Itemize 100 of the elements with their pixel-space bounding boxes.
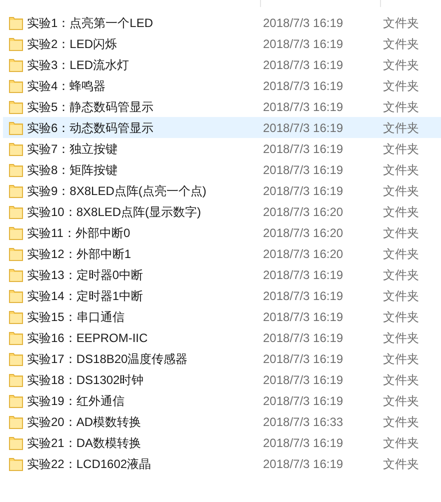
file-type: 文件夹 xyxy=(383,308,419,326)
folder-icon xyxy=(9,352,23,366)
file-row[interactable]: 实验6：动态数码管显示 2018/7/3 16:19 文件夹 xyxy=(3,117,441,138)
file-type: 文件夹 xyxy=(383,414,419,430)
file-type: 文件夹 xyxy=(383,162,419,178)
file-type: 文件夹 xyxy=(383,330,419,346)
folder-icon xyxy=(9,246,23,260)
file-name: 实验10：8X8LED点阵(显示数字) xyxy=(27,204,202,220)
modified-date: 2018/7/3 16:19 xyxy=(263,120,344,136)
file-name: 实验20：AD模数转换 xyxy=(27,414,142,430)
file-row[interactable]: 实验3：LED流水灯 2018/7/3 16:19 文件夹 xyxy=(3,54,441,75)
file-type: 文件夹 xyxy=(383,266,419,284)
modified-date: 2018/7/3 16:19 xyxy=(263,288,344,304)
file-row[interactable]: 实验20：AD模数转换 2018/7/3 16:33 文件夹 xyxy=(3,411,441,432)
file-type: 文件夹 xyxy=(383,14,419,32)
file-row[interactable]: 实验17：DS18B20温度传感器 2018/7/3 16:19 文件夹 xyxy=(3,348,441,369)
file-row[interactable]: 实验1：点亮第一个LED 2018/7/3 16:19 文件夹 xyxy=(3,12,441,33)
file-name: 实验19：红外通信 xyxy=(27,392,126,410)
file-row[interactable]: 实验14：定时器1中断 2018/7/3 16:19 文件夹 xyxy=(3,285,441,306)
file-row[interactable]: 实验21：DA数模转换 2018/7/3 16:19 文件夹 xyxy=(3,432,441,453)
file-row[interactable]: 实验19：红外通信 2018/7/3 16:19 文件夹 xyxy=(3,390,441,411)
modified-date: 2018/7/3 16:19 xyxy=(263,140,344,158)
file-row[interactable]: 实验22：LCD1602液晶 2018/7/3 16:19 文件夹 xyxy=(3,453,441,474)
file-type: 文件夹 xyxy=(383,204,419,220)
file-name: 实验1：点亮第一个LED xyxy=(27,14,154,32)
file-row[interactable]: 实验4：蜂鸣器 2018/7/3 16:19 文件夹 xyxy=(3,75,441,96)
folder-icon xyxy=(9,184,23,198)
folder-icon xyxy=(9,372,23,386)
file-type: 文件夹 xyxy=(383,36,419,52)
file-row[interactable]: 实验18：DS1302时钟 2018/7/3 16:19 文件夹 xyxy=(3,369,441,390)
file-name: 实验5：静态数码管显示 xyxy=(27,98,155,116)
file-type: 文件夹 xyxy=(383,78,419,94)
modified-date: 2018/7/3 16:19 xyxy=(263,36,344,52)
file-name: 实验3：LED流水灯 xyxy=(27,56,130,74)
modified-date: 2018/7/3 16:20 xyxy=(263,246,344,262)
file-type: 文件夹 xyxy=(383,140,419,158)
folder-icon xyxy=(9,16,23,30)
file-row[interactable]: 实验11：外部中断0 2018/7/3 16:20 文件夹 xyxy=(3,222,441,243)
file-row[interactable]: 实验9：8X8LED点阵(点亮一个点) 2018/7/3 16:19 文件夹 xyxy=(3,180,441,201)
folder-icon xyxy=(9,226,23,240)
folder-icon xyxy=(9,204,23,218)
file-name: 实验22：LCD1602液晶 xyxy=(27,456,152,472)
folder-icon xyxy=(9,78,23,92)
folder-icon xyxy=(9,100,23,114)
file-type: 文件夹 xyxy=(383,434,419,452)
modified-date: 2018/7/3 16:19 xyxy=(263,78,344,94)
file-type: 文件夹 xyxy=(383,288,419,304)
file-row[interactable]: 实验2：LED闪烁 2018/7/3 16:19 文件夹 xyxy=(3,33,441,54)
folder-icon xyxy=(9,58,23,72)
file-row[interactable]: 实验16：EEPROM-IIC 2018/7/3 16:19 文件夹 xyxy=(3,327,441,348)
modified-date: 2018/7/3 16:19 xyxy=(263,392,344,410)
file-row[interactable]: 实验13：定时器0中断 2018/7/3 16:19 文件夹 xyxy=(3,264,441,285)
file-name: 实验11：外部中断0 xyxy=(27,224,132,242)
modified-date: 2018/7/3 16:33 xyxy=(263,414,344,430)
file-row[interactable]: 实验12：外部中断1 2018/7/3 16:20 文件夹 xyxy=(3,243,441,264)
folder-icon xyxy=(9,330,23,344)
file-name: 实验15：串口通信 xyxy=(27,308,126,326)
modified-date: 2018/7/3 16:19 xyxy=(263,434,344,452)
modified-date: 2018/7/3 16:19 xyxy=(263,56,344,74)
file-type: 文件夹 xyxy=(383,392,419,410)
file-name: 实验8：矩阵按键 xyxy=(27,162,119,178)
file-name: 实验9：8X8LED点阵(点亮一个点) xyxy=(27,182,208,200)
modified-date: 2018/7/3 16:19 xyxy=(263,372,344,388)
file-type: 文件夹 xyxy=(383,98,419,116)
folder-icon xyxy=(9,310,23,324)
file-type: 文件夹 xyxy=(383,56,419,74)
file-name: 实验13：定时器0中断 xyxy=(27,266,144,284)
file-row[interactable]: 实验7：独立按键 2018/7/3 16:19 文件夹 xyxy=(3,138,441,159)
folder-icon xyxy=(9,414,23,428)
modified-date: 2018/7/3 16:19 xyxy=(263,350,344,368)
modified-date: 2018/7/3 16:19 xyxy=(263,330,344,346)
file-name: 实验2：LED闪烁 xyxy=(27,36,118,52)
file-row[interactable]: 实验5：静态数码管显示 2018/7/3 16:19 文件夹 xyxy=(3,96,441,117)
folder-icon xyxy=(9,36,23,50)
file-name: 实验16：EEPROM-IIC xyxy=(27,330,149,346)
file-name: 实验12：外部中断1 xyxy=(27,246,132,262)
file-name: 实验21：DA数模转换 xyxy=(27,434,142,452)
file-row[interactable]: 实验10：8X8LED点阵(显示数字) 2018/7/3 16:20 文件夹 xyxy=(3,201,441,222)
folder-icon xyxy=(9,120,23,134)
file-row[interactable]: 实验15：串口通信 2018/7/3 16:19 文件夹 xyxy=(3,306,441,327)
file-name: 实验6：动态数码管显示 xyxy=(27,120,155,136)
file-type: 文件夹 xyxy=(383,246,419,262)
file-type: 文件夹 xyxy=(383,456,419,472)
folder-icon xyxy=(9,268,23,282)
modified-date: 2018/7/3 16:19 xyxy=(263,182,344,200)
file-name: 实验14：定时器1中断 xyxy=(27,288,144,304)
folder-icon xyxy=(9,162,23,176)
folder-icon xyxy=(9,394,23,408)
file-name: 实验7：独立按键 xyxy=(27,140,119,158)
modified-date: 2018/7/3 16:19 xyxy=(263,162,344,178)
modified-date: 2018/7/3 16:20 xyxy=(263,204,344,220)
modified-date: 2018/7/3 16:20 xyxy=(263,224,344,242)
file-type: 文件夹 xyxy=(383,224,419,242)
file-type: 文件夹 xyxy=(383,120,419,136)
file-row[interactable]: 实验8：矩阵按键 2018/7/3 16:19 文件夹 xyxy=(3,159,441,180)
folder-icon xyxy=(9,288,23,302)
file-name: 实验4：蜂鸣器 xyxy=(27,78,107,94)
folder-icon xyxy=(9,142,23,156)
file-type: 文件夹 xyxy=(383,350,419,368)
modified-date: 2018/7/3 16:19 xyxy=(263,456,344,472)
